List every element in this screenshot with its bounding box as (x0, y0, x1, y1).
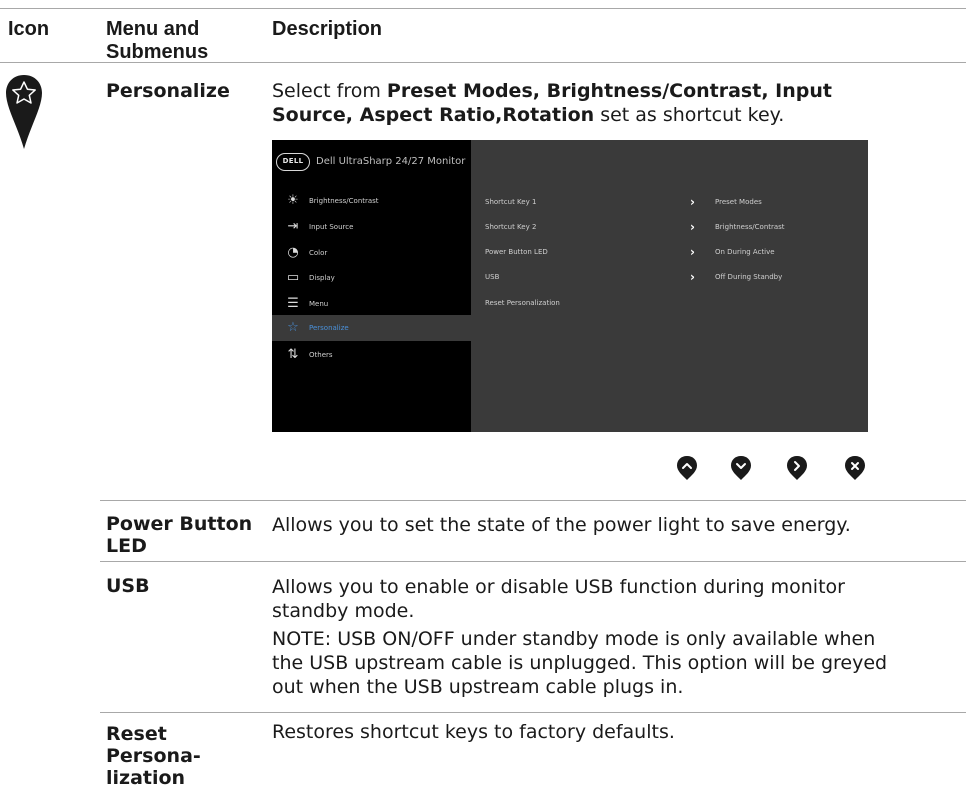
osd-title: Dell UltraSharp 24/27 Monitor (316, 156, 466, 167)
osd-menu-label: Menu (309, 300, 329, 308)
row-divider (100, 712, 966, 713)
color-icon: ◔ (287, 245, 299, 260)
osd-setting-value: Off During Standby (715, 273, 783, 281)
osd-menu-color[interactable]: ◔ Color (272, 240, 471, 266)
usb-desc-line1: Allows you to enable or disable USB func… (272, 576, 845, 598)
power-button-led-description: Allows you to set the state of the power… (272, 514, 851, 536)
close-button-icon[interactable] (844, 455, 866, 481)
reset-personalization-description: Restores shortcut keys to factory defaul… (272, 721, 675, 743)
chevron-right-icon: › (690, 245, 695, 259)
up-button-icon[interactable] (676, 455, 698, 481)
down-button-icon[interactable] (730, 455, 752, 481)
osd-menu-brightness-contrast[interactable]: ☀ Brightness/Contrast (272, 188, 471, 214)
submenu-reset-personalization: Reset Persona- lization (106, 723, 274, 789)
usb-note: NOTE: USB ON/OFF under standby mode is o… (272, 627, 944, 699)
osd-setting-usb[interactable]: USB › Off During Standby (485, 269, 855, 285)
osd-setting-label: Reset Personalization (485, 299, 560, 307)
chevron-right-icon: › (690, 270, 695, 284)
submenu-usb: USB (106, 575, 150, 597)
header-description: Description (272, 18, 383, 40)
header-menu-line1: Menu and (106, 18, 200, 40)
personalize-desc-line2: Source, Aspect Ratio,Rotation set as sho… (272, 104, 785, 126)
submenu-name-line3: lization (106, 767, 186, 789)
osd-menu-personalize[interactable]: ☆ Personalize (272, 315, 471, 341)
osd-setting-shortcut-key-1[interactable]: Shortcut Key 1 › Preset Modes (485, 194, 855, 210)
display-icon: ▭ (286, 270, 300, 285)
usb-note-line1: NOTE: USB ON/OFF under standby mode is o… (272, 628, 876, 650)
chevron-right-icon: › (690, 195, 695, 209)
header-menu: Menu and Submenus (106, 18, 266, 64)
osd-menu-label: Brightness/Contrast (309, 197, 379, 205)
osd-setting-label: Power Button LED (485, 248, 548, 256)
osd-menu-others[interactable]: ⇅ Others (272, 342, 471, 368)
submenu-name-line1: Reset (106, 723, 167, 745)
brightness-icon: ☀ (287, 193, 299, 208)
osd-setting-label: USB (485, 273, 500, 281)
osd-menu-label: Display (309, 274, 335, 282)
usb-desc-line2: standby mode. (272, 600, 415, 622)
osd-menu-label: Input Source (309, 223, 354, 231)
usb-note-line2: the USB upstream cable is unplugged. Thi… (272, 652, 888, 674)
osd-setting-power-button-led[interactable]: Power Button LED › On During Active (485, 244, 855, 260)
submenu-name-line1: Power Button (106, 513, 253, 535)
osd-menu-input-source[interactable]: ⇥ Input Source (272, 214, 471, 240)
personalize-description: Select from Preset Modes, Brightness/Con… (272, 79, 944, 127)
osd-menu-display[interactable]: ▭ Display (272, 265, 471, 291)
osd-menu-menu[interactable]: ☰ Menu (272, 291, 471, 317)
menu-icon: ☰ (287, 296, 299, 311)
osd-setting-value: On During Active (715, 248, 775, 256)
row-divider (100, 561, 966, 562)
osd-settings-panel (471, 140, 868, 432)
osd-setting-label: Shortcut Key 2 (485, 223, 537, 231)
osd-setting-value: Brightness/Contrast (715, 223, 785, 231)
osd-setting-shortcut-key-2[interactable]: Shortcut Key 2 › Brightness/Contrast (485, 219, 855, 235)
personalize-desc-line1: Select from Preset Modes, Brightness/Con… (272, 80, 832, 102)
star-icon: ☆ (287, 320, 299, 335)
osd-menu-label: Others (309, 351, 333, 359)
usb-description: Allows you to enable or disable USB func… (272, 575, 944, 623)
submenu-power-button-led: Power Button LED (106, 513, 274, 557)
submenu-personalize: Personalize (106, 80, 230, 102)
submenu-name-line2: Persona- (106, 745, 201, 767)
chevron-right-icon: › (690, 220, 695, 234)
input-source-icon: ⇥ (287, 219, 299, 234)
osd-menu-label: Personalize (309, 324, 349, 332)
osd-setting-value: Preset Modes (715, 198, 762, 206)
row-divider (100, 500, 966, 501)
others-icon: ⇅ (287, 347, 299, 362)
submenu-name-line2: LED (106, 535, 147, 557)
osd-screenshot: DELL Dell UltraSharp 24/27 Monitor ☀ Bri… (272, 140, 868, 432)
osd-menu-label: Color (309, 249, 328, 257)
right-button-icon[interactable] (786, 455, 808, 481)
table-top-rule (0, 8, 966, 9)
header-icon: Icon (8, 18, 50, 40)
dell-logo: DELL (276, 153, 310, 171)
header-menu-line2: Submenus (106, 41, 209, 63)
star-icon (6, 75, 42, 149)
osd-setting-label: Shortcut Key 1 (485, 198, 537, 206)
osd-setting-reset-personalization[interactable]: Reset Personalization (485, 295, 855, 311)
usb-note-line3: out when the USB upstream cable plugs in… (272, 676, 684, 698)
